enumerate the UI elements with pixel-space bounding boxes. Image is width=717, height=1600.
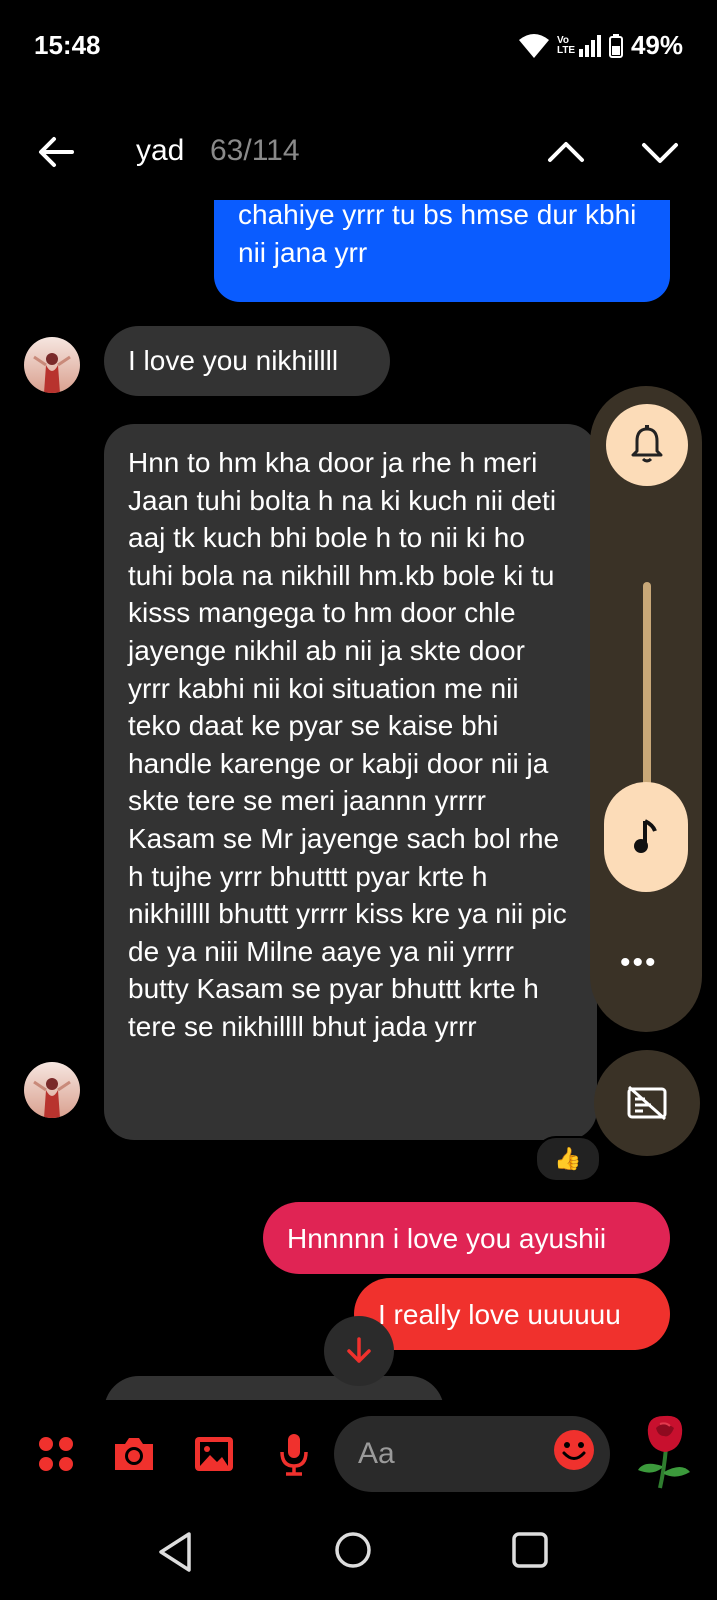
more-icon[interactable]: ••• [620,946,658,980]
apps-icon [39,1437,73,1471]
ringer-mode-button[interactable] [606,404,688,486]
nav-recents-button[interactable] [510,1530,560,1580]
search-query: yad [136,134,185,167]
network-label: Vo LTE [556,34,576,56]
wifi-icon [518,33,549,58]
nav-home-button[interactable] [333,1530,383,1580]
scroll-to-bottom-button[interactable] [324,1316,394,1386]
message-bubble-outgoing[interactable]: I really love uuuuuu [354,1278,670,1350]
battery-percent: 49% [630,30,683,60]
back-button[interactable] [34,130,78,174]
volte-icon: Vo LTE [557,35,575,56]
contact-avatar[interactable] [24,337,80,393]
circle-home-icon [335,1532,371,1568]
arrow-down-icon [347,1337,371,1363]
battery-icon [608,33,623,58]
square-recents-icon [512,1532,548,1568]
bell-icon [631,425,663,463]
emoji-icon [554,1430,594,1470]
contact-avatar[interactable] [24,1062,80,1118]
quick-reaction-button[interactable] [630,1410,700,1490]
volume-slider-track[interactable] [643,582,651,792]
arrow-left-icon [39,137,74,167]
nav-back-button[interactable] [155,1530,205,1580]
live-caption-button[interactable] [594,1050,700,1156]
emoji-button[interactable] [552,1428,602,1478]
rose-icon [638,1415,690,1489]
message-bubble-outgoing[interactable]: Hnnnnn i love you ayushii [263,1202,670,1274]
camera-button[interactable] [108,1428,160,1480]
next-result-button[interactable] [638,130,682,174]
composer-bar [0,1410,717,1510]
search-header: yad 63/114 [0,110,717,194]
volume-slider-thumb[interactable] [604,782,688,892]
message-bubble-outgoing[interactable]: chahiye yrrr tu bs hmse dur kbhi nii jan… [214,200,670,302]
message-bubble-incoming[interactable]: Hnn to hm kha door ja rhe h meri Jaan tu… [104,424,597,1140]
apps-button[interactable] [30,1428,82,1480]
gallery-button[interactable] [188,1428,240,1480]
status-right: Vo LTE 49% [518,30,683,61]
status-bar: 15:48 Vo LTE 49% [0,0,717,100]
previous-result-button[interactable] [544,130,588,174]
signal-icon [578,34,601,57]
captions-off-icon [627,1085,667,1121]
message-bubble-incoming-partial[interactable] [104,1376,444,1400]
system-nav-bar [0,1510,717,1600]
music-note-icon [634,819,657,853]
volume-panel: ••• [590,386,702,1032]
gallery-icon [195,1437,233,1471]
chevron-up-icon [548,142,584,162]
status-time: 15:48 [34,30,101,60]
chevron-down-icon [642,143,678,163]
result-counter: 63/114 [210,134,300,167]
microphone-button[interactable] [268,1428,320,1480]
microphone-icon [280,1434,308,1476]
camera-icon [115,1438,153,1470]
reaction-badge[interactable]: 👍 [535,1136,601,1182]
triangle-back-icon [159,1532,191,1572]
message-bubble-incoming[interactable]: I love you nikhillll [104,326,390,396]
